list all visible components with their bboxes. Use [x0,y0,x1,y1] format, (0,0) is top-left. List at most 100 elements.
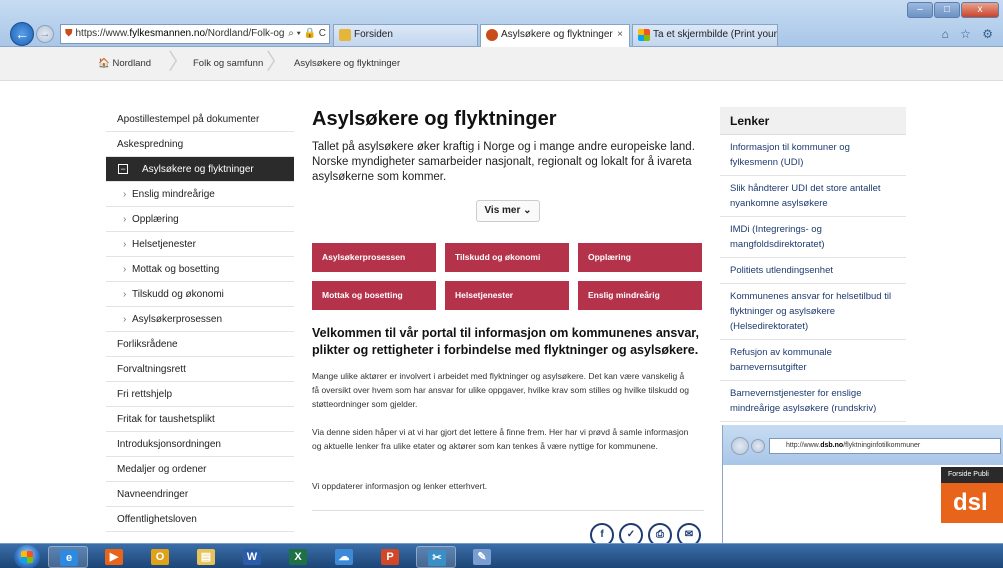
nav-item-forvaltningsrett[interactable]: Forvaltningsrett [106,357,294,382]
excel-icon: X [289,549,307,565]
breadcrumb: 🏠 Nordland 〉 Folk og samfunn 〉 Asylsøker… [0,47,1003,81]
address-tools[interactable]: ⌕ ▾ 🔒 C [285,25,326,43]
divider [312,510,704,511]
media-player-icon: ▶ [105,549,123,565]
taskbar-excel[interactable]: X [278,546,318,568]
dsb-menu[interactable]: Forside Publi [941,467,1003,483]
link-udi-info[interactable]: Informasjon til kommuner og fylkesmenn (… [720,135,906,176]
taskbar-word[interactable]: W [232,546,272,568]
breadcrumb-separator: 〉 [266,49,289,74]
breadcrumb-separator: 〉 [168,49,191,74]
taskbar-paint[interactable]: ✎ [462,546,502,568]
nav-label: Apostillestempel på dokumenter [117,114,260,125]
ie-page-icon [339,29,351,41]
link-imdi[interactable]: IMDi (Integrerings- og mangfoldsdirektor… [720,217,906,258]
forward-button[interactable]: → [36,25,54,43]
nav-subitem-enslig[interactable]: › Enslig mindreårige [106,182,294,207]
chevron-right-icon: › [123,314,127,325]
maximize-button[interactable]: □ [934,2,960,18]
tile-opplaering[interactable]: Opplæring [578,243,702,272]
nav-label: Fritak for taushetsplikt [117,414,215,425]
nav-item-askespredning[interactable]: Askespredning [106,132,294,157]
nav-label: Askespredning [117,139,184,150]
paint-icon: ✎ [473,549,491,565]
link-barnevern[interactable]: Barnevernstjenester for enslige mindreår… [720,381,906,422]
nav-item-asylsokere[interactable]: − Asylsøkere og flyktninger [106,157,294,182]
link-udi-handtering[interactable]: Slik håndterer UDI det store antallet ny… [720,176,906,217]
body-paragraph: Vi oppdaterer informasjon og lenker ette… [312,481,488,491]
cloud-icon: ☁ [335,549,353,565]
site-shield-icon: ⛊ [65,28,73,39]
start-button[interactable] [14,545,40,568]
internet-explorer-icon: e [60,550,78,566]
taskbar-media-player[interactable]: ▶ [94,546,134,568]
second-forward-button[interactable] [751,439,765,453]
tab-forsiden[interactable]: Forsiden [333,24,478,46]
nav-label: Tilskudd og økonomi [132,289,224,300]
back-button[interactable]: ← [10,22,34,46]
twitter-icon: ✓ [626,529,636,540]
tab-skjermbilde[interactable]: Ta et skjermbilde (Print your S... [632,24,778,46]
breadcrumb-home-label: Nordland [112,58,152,69]
nav-subitem-tilskudd[interactable]: › Tilskudd og økonomi [106,282,294,307]
nav-subitem-asylprosessen[interactable]: › Asylsøkerprosessen [106,307,294,332]
email-icon: ✉ [684,529,694,540]
close-tab-icon[interactable]: × [617,25,623,45]
taskbar-powerpoint[interactable]: P [370,546,410,568]
nav-label: Navneendringer [117,489,189,500]
tile-mottak[interactable]: Mottak og bosetting [312,281,436,310]
second-back-button[interactable] [731,437,749,455]
nav-subitem-opplaering[interactable]: › Opplæring [106,207,294,232]
address-host: fylkesmannen.no [129,28,206,39]
address-bar[interactable]: ⛊ https://www.fylkesmannen.no/Nordland/Fo… [60,24,330,44]
link-politiet[interactable]: Politiets utlendingsenhet [720,258,906,284]
taskbar-internet-explorer[interactable]: e [48,546,88,568]
nav-subitem-mottak[interactable]: › Mottak og bosetting [106,257,294,282]
window-controls: – □ x [906,2,999,18]
minimize-button[interactable]: – [907,2,933,18]
nav-label: Mottak og bosetting [132,264,220,275]
nav-label: Opplæring [132,214,179,225]
breadcrumb-home[interactable]: 🏠 Nordland [98,58,151,69]
tile-helsetjenester[interactable]: Helsetjenester [445,281,569,310]
folder-icon: ▤ [197,549,215,565]
page-title: Asylsøkere og flyktninger [312,108,557,130]
nav-item-forliksradene[interactable]: Forliksrådene [106,332,294,357]
taskbar-snipping-tool[interactable]: ✂ [416,546,456,568]
body-paragraph: Mange ulike aktører er involvert i arbei… [312,371,689,409]
tab-asylsokere[interactable]: Asylsøkere og flyktninger × [480,24,630,47]
close-window-button[interactable]: x [961,2,999,18]
nav-item-medaljer[interactable]: Medaljer og ordener [106,457,294,482]
nav-label: Offentlighetsloven [117,514,197,525]
nav-item-navneendringer[interactable]: Navneendringer [106,482,294,507]
taskbar-outlook[interactable]: O [140,546,180,568]
tile-enslig[interactable]: Enslig mindreårig [578,281,702,310]
nav-item-fritak[interactable]: Fritak for taushetsplikt [106,407,294,432]
breadcrumb-folk[interactable]: Folk og samfunn [193,58,263,69]
second-address-bar[interactable]: http://www.dsb.no/flyktninginfotilkommun… [769,438,1001,454]
taskbar-file-explorer[interactable]: ▤ [186,546,226,568]
lead-paragraph: Tallet på asylsøkere øker kraftig i Norg… [312,141,695,183]
toolbar-icons[interactable]: ⌂ ☆ ⚙ [942,27,997,41]
tile-asylsokerprosessen[interactable]: Asylsøkerprosessen [312,243,436,272]
nav-item-apostillestempel[interactable]: Apostillestempel på dokumenter [106,107,294,132]
taskbar-onedrive[interactable]: ☁ [324,546,364,568]
nav-label: Forvaltningsrett [117,364,186,375]
browser-chrome: – □ x ← → ⛊ https://www.fylkesmannen.no/N… [0,0,1003,47]
arrow-left-icon: ← [15,26,29,42]
link-refusjon[interactable]: Refusjon av kommunale barnevernsutgifter [720,340,906,381]
tile-tilskudd[interactable]: Tilskudd og økonomi [445,243,569,272]
powerpoint-icon: P [381,549,399,565]
vis-mer-button[interactable]: Vis mer ⌄ [476,200,540,222]
links-title: Lenker [720,107,906,135]
nav-item-introduksjon[interactable]: Introduksjonsordningen [106,432,294,457]
shield-favicon-icon [486,29,498,41]
chevron-right-icon: › [123,189,127,200]
nav-item-offentlighetsloven[interactable]: Offentlighetsloven [106,507,294,532]
second-address-path: /flyktninginfotilkommuner [843,442,921,449]
nav-item-fri-rettshjelp[interactable]: Fri rettshjelp [106,382,294,407]
chevron-right-icon: › [123,289,127,300]
link-helsedirektoratet[interactable]: Kommunenes ansvar for helsetilbud til fl… [720,284,906,340]
nav-subitem-helsetjenester[interactable]: › Helsetjenester [106,232,294,257]
second-browser-window[interactable]: http://www.dsb.no/flyktninginfotilkommun… [722,425,1003,543]
